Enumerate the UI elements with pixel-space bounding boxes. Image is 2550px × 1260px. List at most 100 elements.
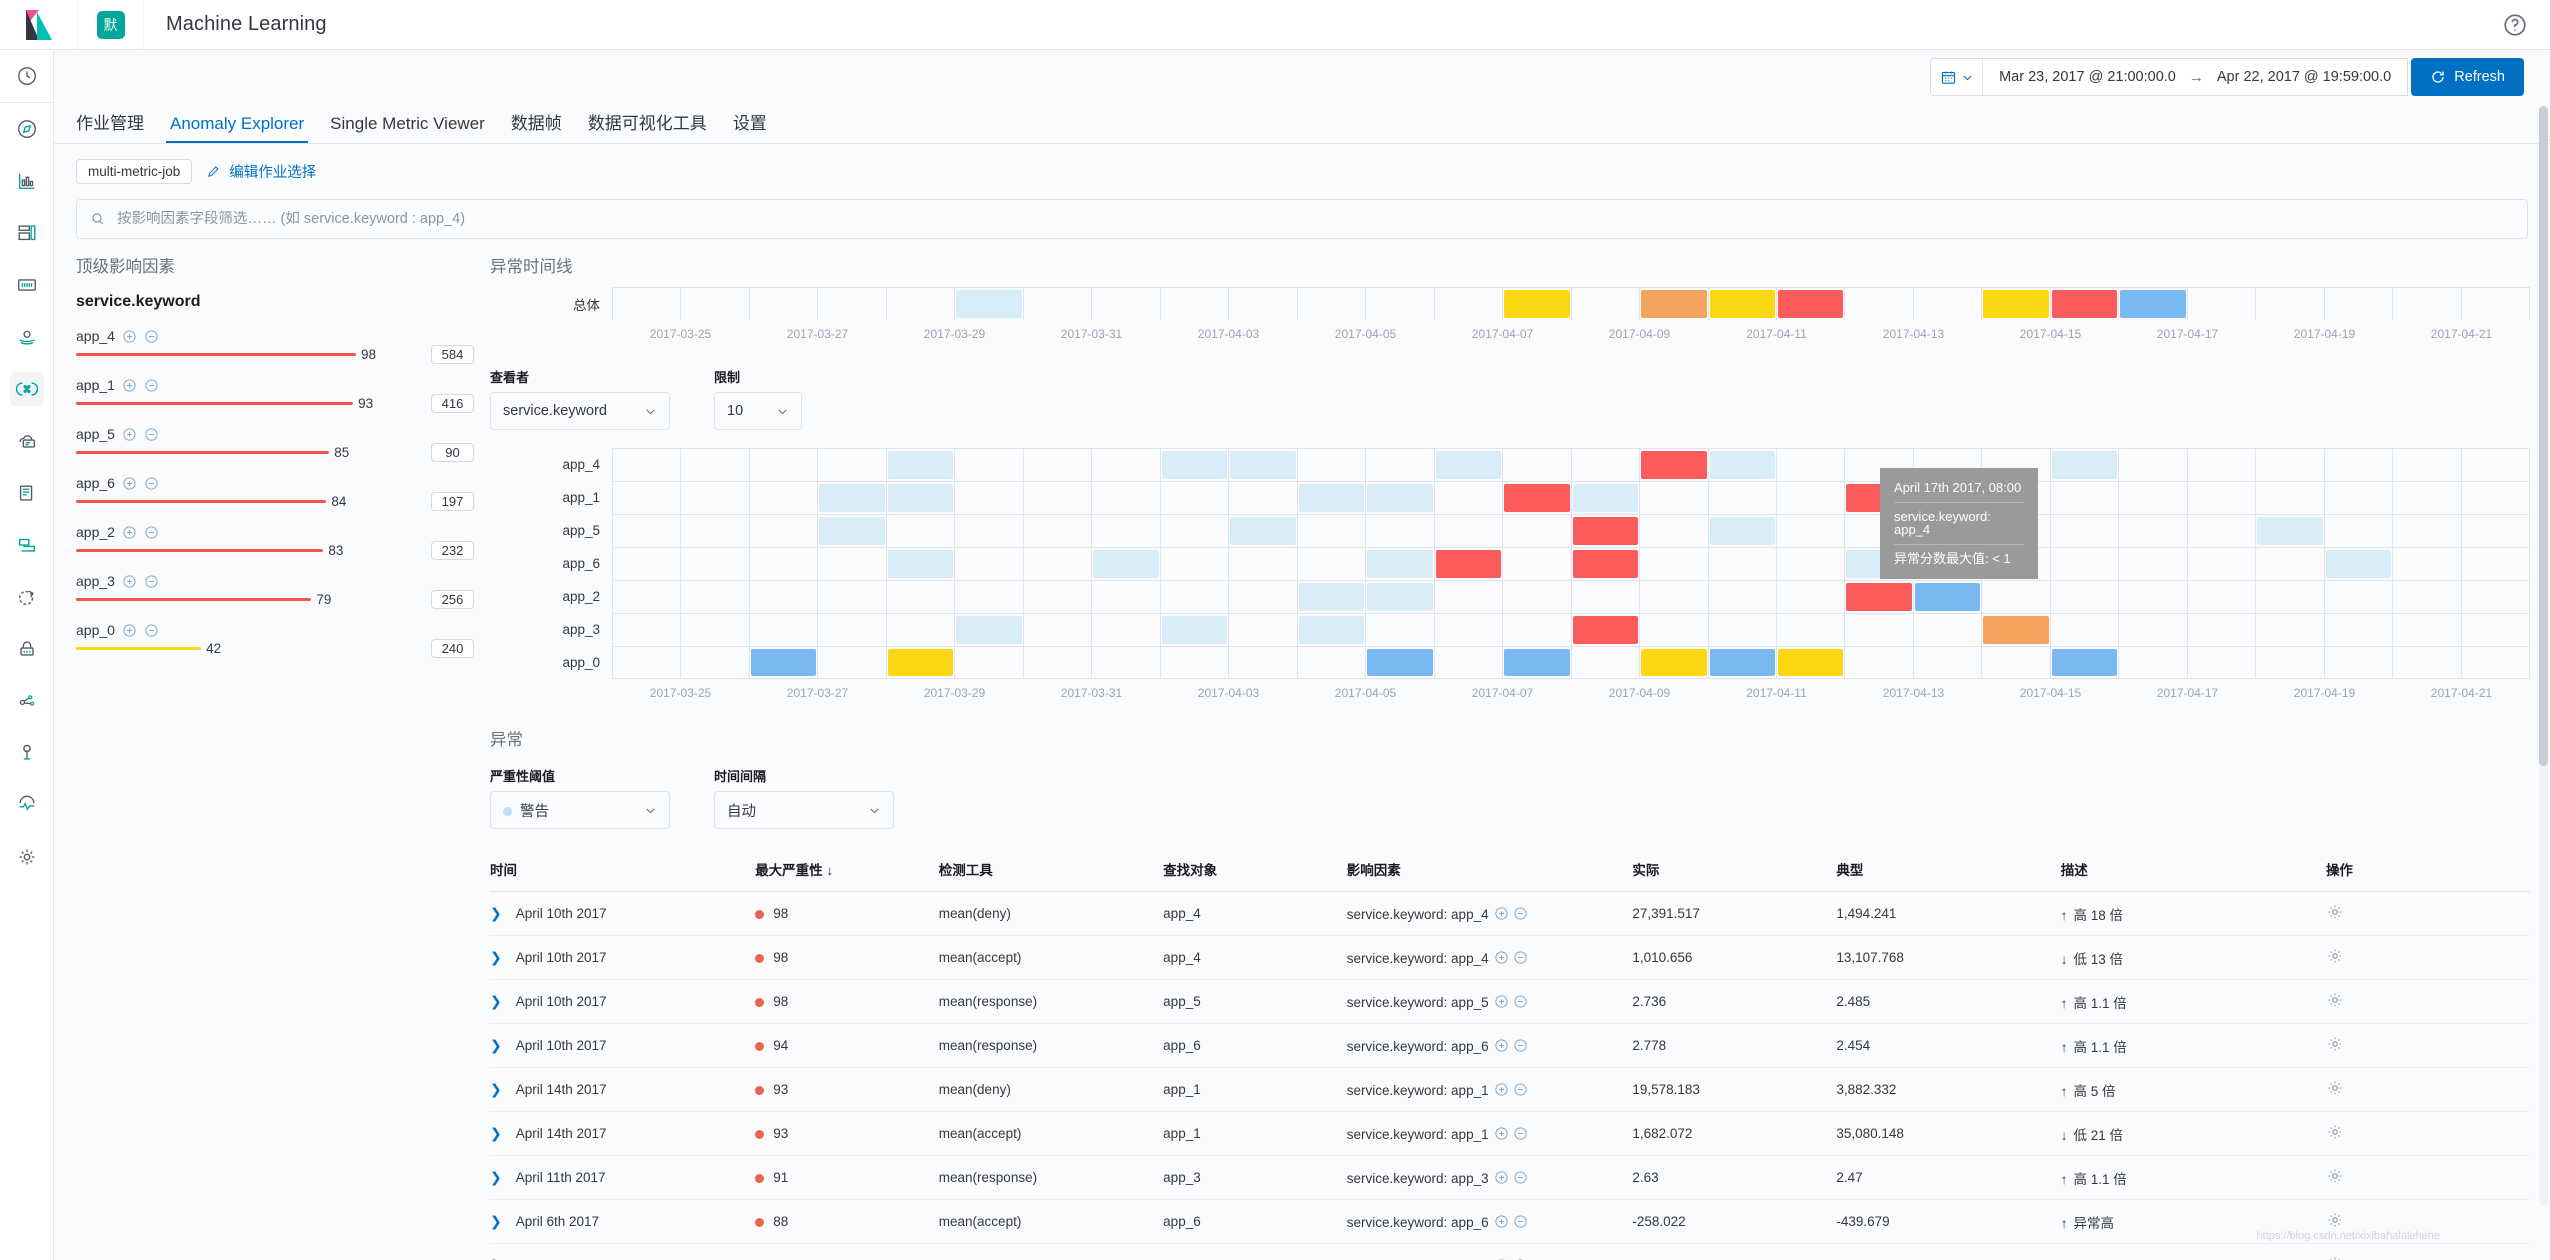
remove-filter-icon[interactable]: [1513, 994, 1528, 1009]
table-column-header[interactable]: 实际: [1632, 851, 1837, 892]
swimlane-row[interactable]: [612, 580, 2531, 613]
swimlane-cell[interactable]: [1298, 482, 1367, 514]
swimlane-cell[interactable]: [613, 581, 682, 613]
swimlane-cell[interactable]: [1572, 482, 1641, 514]
swimlane-cell[interactable]: [613, 288, 682, 320]
swimlane-cell[interactable]: [1024, 581, 1093, 613]
swimlane-cell[interactable]: [2119, 614, 2188, 646]
swimlane-cell[interactable]: [750, 482, 819, 514]
swimlane-cell[interactable]: [2188, 614, 2257, 646]
swimlane-cell[interactable]: [1572, 647, 1641, 678]
swimlane-cell[interactable]: [1503, 647, 1572, 678]
rail-item-canvas[interactable]: [0, 259, 54, 311]
edit-job-selection-button[interactable]: 编辑作业选择: [206, 161, 316, 182]
space-selector[interactable]: 默: [78, 0, 144, 50]
table-row[interactable]: ❯ April 6th 2017 88 mean(accept) app_6 servic…: [490, 1199, 2530, 1244]
swimlane-cell[interactable]: [1503, 581, 1572, 613]
swimlane-cell[interactable]: [1024, 548, 1093, 580]
swimlane-cell[interactable]: [2051, 581, 2120, 613]
swimlane-cell[interactable]: [1298, 647, 1367, 678]
swimlane-cell[interactable]: [955, 647, 1024, 678]
rail-item-graph[interactable]: [0, 675, 54, 727]
swimlane-cell[interactable]: [818, 647, 887, 678]
swimlane-cell[interactable]: [2051, 515, 2120, 547]
remove-filter-icon[interactable]: [144, 378, 159, 393]
table-row[interactable]: ❯April 9th 201786mean(deny)app_1service.…: [490, 1243, 2530, 1260]
swimlane-cell[interactable]: [2393, 647, 2462, 678]
swimlane-cell[interactable]: [1845, 647, 1914, 678]
configure-icon[interactable]: [2326, 1123, 2344, 1141]
swimlane-cell[interactable]: [2119, 548, 2188, 580]
add-filter-icon[interactable]: [1494, 1214, 1509, 1229]
swimlane-row[interactable]: [612, 547, 2531, 580]
chevron-right-icon[interactable]: ❯: [490, 1213, 516, 1229]
swimlane-cell[interactable]: [1435, 548, 1504, 580]
remove-filter-icon[interactable]: [144, 623, 159, 638]
tab-anomaly-explorer[interactable]: Anomaly Explorer: [157, 114, 317, 143]
swimlane-cell[interactable]: [1640, 647, 1709, 678]
swimlane-cell[interactable]: [1229, 548, 1298, 580]
remove-filter-icon[interactable]: [144, 476, 159, 491]
add-filter-icon[interactable]: [122, 476, 137, 491]
swimlane-cell[interactable]: [750, 548, 819, 580]
help-circle-icon[interactable]: [2502, 12, 2528, 38]
swimlane-cell[interactable]: [1709, 581, 1777, 613]
search-input[interactable]: [117, 211, 2514, 227]
swimlane-cell[interactable]: [1435, 449, 1504, 481]
swimlane-row[interactable]: [612, 646, 2531, 679]
swimlane-cell[interactable]: [1503, 482, 1572, 514]
tab-data-visualizer[interactable]: 数据可视化工具: [575, 109, 720, 143]
chevron-right-icon[interactable]: ❯: [490, 949, 516, 965]
swimlane-cell[interactable]: [818, 614, 887, 646]
add-filter-icon[interactable]: [122, 525, 137, 540]
swimlane-cell[interactable]: [887, 647, 956, 678]
swimlane-cell[interactable]: [1914, 288, 1983, 320]
swimlane-cell[interactable]: [2462, 614, 2531, 646]
table-column-header[interactable]: 操作: [2325, 851, 2530, 892]
swimlane-cell[interactable]: [2393, 449, 2462, 481]
table-row[interactable]: ❯ April 14th 2017 93 mean(deny) app_1 service…: [490, 1067, 2530, 1112]
swimlane-cell[interactable]: [1982, 614, 2051, 646]
table-row[interactable]: ❯ April 10th 2017 98 mean(accept) app_4 servi…: [490, 935, 2530, 980]
swimlane-cell[interactable]: [1161, 614, 1230, 646]
view-by-select[interactable]: service.keyword: [490, 392, 670, 430]
configure-icon[interactable]: [2326, 947, 2344, 965]
remove-filter-icon[interactable]: [1513, 1214, 1528, 1229]
swimlane-cell[interactable]: [2188, 581, 2257, 613]
swimlane-cell[interactable]: [1640, 288, 1709, 320]
remove-filter-icon[interactable]: [1513, 950, 1528, 965]
swimlane-cell[interactable]: [2188, 515, 2257, 547]
chevron-right-icon[interactable]: ❯: [490, 1125, 516, 1141]
remove-filter-icon[interactable]: [144, 574, 159, 589]
rail-item-management[interactable]: [0, 831, 54, 883]
add-filter-icon[interactable]: [1494, 1038, 1509, 1053]
swimlane-cell[interactable]: [2256, 614, 2325, 646]
add-filter-icon[interactable]: [1494, 1126, 1509, 1141]
table-row[interactable]: ❯ April 11th 2017 91 mean(response) app_3 ser…: [490, 1155, 2530, 1200]
table-column-header[interactable]: 最大严重性 ↓: [755, 851, 939, 892]
swimlane-cell[interactable]: [1024, 647, 1093, 678]
swimlane-cell[interactable]: [1982, 647, 2051, 678]
swimlane-cell[interactable]: [818, 581, 887, 613]
chevron-right-icon[interactable]: ❯: [490, 993, 516, 1009]
chevron-right-icon[interactable]: ❯: [490, 1081, 516, 1097]
swimlane-cell[interactable]: [2462, 449, 2531, 481]
swimlane-cell[interactable]: [1503, 288, 1572, 320]
swimlane-cell[interactable]: [2119, 515, 2188, 547]
kibana-logo-cell[interactable]: [0, 0, 78, 50]
swimlane-cell[interactable]: [2119, 288, 2188, 320]
remove-filter-icon[interactable]: [1513, 1082, 1528, 1097]
swimlane-cell[interactable]: [1777, 288, 1846, 320]
swimlane-cell[interactable]: [750, 288, 819, 320]
swimlane-cell[interactable]: [1572, 614, 1641, 646]
job-chip[interactable]: multi-metric-job: [76, 159, 193, 184]
swimlane-cell[interactable]: [955, 548, 1024, 580]
swimlane-cell[interactable]: [2188, 288, 2257, 320]
swimlane-cell[interactable]: [2325, 482, 2394, 514]
add-filter-icon[interactable]: [122, 378, 137, 393]
swimlane-cell[interactable]: [2256, 288, 2325, 320]
swimlane-cell[interactable]: [1366, 449, 1435, 481]
swimlane-cell[interactable]: [681, 449, 750, 481]
swimlane-cell[interactable]: [1366, 515, 1435, 547]
swimlane-cell[interactable]: [818, 515, 887, 547]
